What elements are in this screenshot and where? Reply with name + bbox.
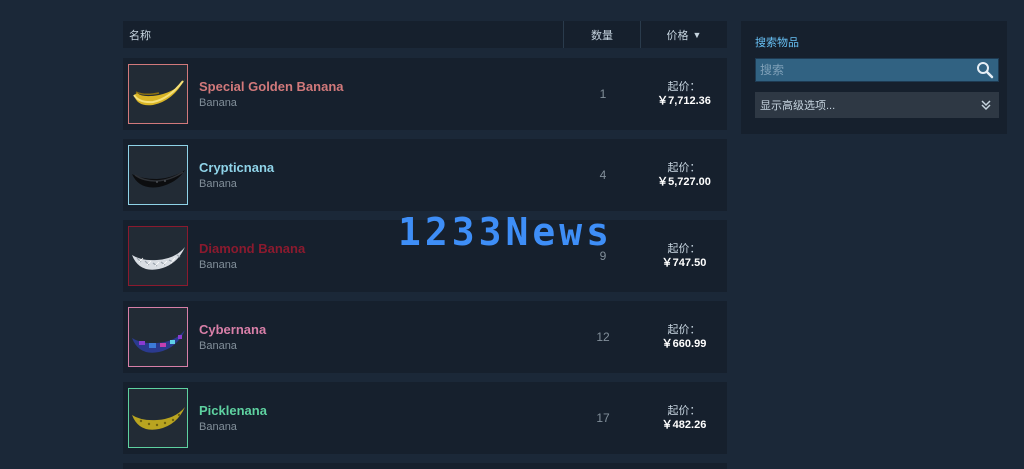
listing-row[interactable]: Picklenana Banana 17 起价： ￥482.26: [123, 382, 727, 454]
search-button[interactable]: [974, 60, 996, 80]
item-price: 起价： ￥482.26: [641, 404, 727, 432]
item-quantity: 1: [599, 87, 607, 101]
item-price: 起价： ￥660.99: [641, 323, 727, 351]
item-thumbnail: [128, 145, 188, 205]
item-game: Banana: [199, 96, 237, 109]
item-info: Cybernana Banana: [199, 322, 565, 353]
item-name[interactable]: Cybernana: [199, 322, 565, 338]
advanced-options-toggle[interactable]: 显示高级选项...: [755, 92, 999, 118]
search-input[interactable]: [756, 59, 970, 81]
item-quantity: 4: [599, 168, 607, 182]
price-label: 起价：: [667, 81, 701, 93]
listing-row[interactable]: Special Golden Banana Banana 1 起价： ￥7,71…: [123, 58, 727, 130]
search-box: [755, 58, 999, 82]
item-price: 起价： ￥7,712.36: [641, 80, 727, 108]
market-listing-table: 名称 数量 价格 ▼ Special Golden Banana Banana …: [123, 21, 727, 469]
item-quantity: 17: [596, 411, 610, 425]
item-quantity: 12: [596, 330, 610, 344]
item-info: Crypticnana Banana: [199, 160, 565, 191]
item-name[interactable]: Crypticnana: [199, 160, 565, 176]
diamond-banana-image: [132, 247, 185, 270]
listing-row-partial[interactable]: [123, 463, 727, 469]
item-name[interactable]: Picklenana: [199, 403, 565, 419]
price-value: ￥482.26: [661, 419, 707, 431]
price-label: 起价：: [667, 162, 701, 174]
watermark-text: 1233News: [398, 210, 614, 254]
cyber-banana-image: [132, 330, 185, 353]
column-header-name[interactable]: 名称: [123, 21, 563, 48]
item-name[interactable]: Special Golden Banana: [199, 79, 565, 95]
item-info: Special Golden Banana Banana: [199, 79, 565, 110]
market-page: 名称 数量 价格 ▼ Special Golden Banana Banana …: [0, 0, 1024, 469]
price-label: 起价：: [667, 243, 701, 255]
column-header-quantity[interactable]: 数量: [563, 21, 640, 48]
item-game: Banana: [199, 339, 237, 352]
item-info: Picklenana Banana: [199, 403, 565, 434]
search-title: 搜索物品: [755, 37, 799, 49]
item-game: Banana: [199, 420, 237, 433]
search-icon: [977, 62, 994, 79]
item-price: 起价： ￥5,727.00: [641, 161, 727, 189]
listing-row[interactable]: Cybernana Banana 12 起价： ￥660.99: [123, 301, 727, 373]
price-value: ￥5,727.00: [657, 176, 711, 188]
black-banana-image: [132, 170, 185, 188]
item-thumbnail: [128, 226, 188, 286]
item-game: Banana: [199, 177, 237, 190]
column-header-price-label: 价格: [666, 29, 689, 42]
price-value: ￥7,712.36: [657, 95, 711, 107]
double-chevron-down-icon: [981, 100, 991, 111]
search-panel: 搜索物品 显示高级选项...: [741, 21, 1007, 134]
price-value: ￥747.50: [661, 257, 707, 269]
item-game: Banana: [199, 258, 237, 271]
item-thumbnail: [128, 388, 188, 448]
table-header: 名称 数量 价格 ▼: [123, 21, 727, 48]
item-thumbnail: [128, 64, 188, 124]
sort-down-icon: ▼: [692, 29, 702, 40]
price-label: 起价：: [667, 324, 701, 336]
price-label: 起价：: [667, 405, 701, 417]
advanced-options-label: 显示高级选项...: [760, 100, 836, 112]
listing-row[interactable]: Crypticnana Banana 4 起价： ￥5,727.00: [123, 139, 727, 211]
column-header-price[interactable]: 价格 ▼: [640, 21, 727, 48]
golden-banana-image: [133, 79, 185, 106]
item-thumbnail: [128, 307, 188, 367]
pickle-banana-image: [132, 407, 185, 430]
price-value: ￥660.99: [661, 338, 707, 350]
item-price: 起价： ￥747.50: [641, 242, 727, 270]
